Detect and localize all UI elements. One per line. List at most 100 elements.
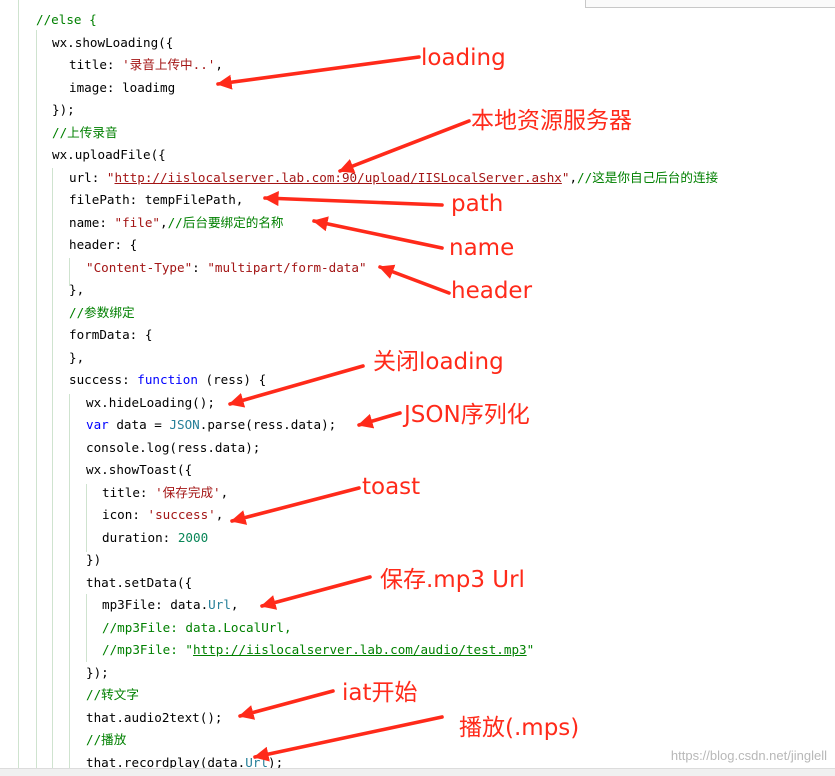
code-token: , <box>215 507 224 522</box>
code-token: " <box>526 642 535 657</box>
code-token: //else { <box>36 12 97 27</box>
code-token: //播放 <box>86 732 127 747</box>
code-line[interactable]: formData: { <box>69 324 152 346</box>
code-token: name: <box>69 214 115 230</box>
indent-guide <box>69 394 70 775</box>
code-token: }); <box>52 102 75 117</box>
annotation-label: header <box>451 278 533 304</box>
indent-guide <box>86 484 87 552</box>
code-line[interactable]: //播放 <box>86 729 126 751</box>
code-line[interactable]: wx.showToast({ <box>86 459 192 481</box>
code-token: //转文字 <box>86 687 139 702</box>
code-line[interactable]: }, <box>69 347 84 369</box>
code-token: url: <box>69 169 107 185</box>
code-token: }) <box>86 552 102 567</box>
indent-guide <box>18 0 19 775</box>
code-line[interactable]: that.setData({ <box>86 572 192 594</box>
code-editor[interactable]: //else { wx.showLoading({ title: '录音上传中..'… <box>0 0 835 776</box>
code-token: wx.showLoading({ <box>52 34 174 50</box>
code-token: }); <box>86 664 109 680</box>
code-line[interactable]: }, <box>69 279 84 301</box>
code-line[interactable]: title: '录音上传中..', <box>69 54 223 76</box>
code-line[interactable]: title: '保存完成', <box>102 482 228 504</box>
code-line[interactable]: filePath: tempFilePath, <box>69 189 243 211</box>
annotation-label: JSON序列化 <box>404 402 530 428</box>
code-token: that.setData({ <box>86 574 193 590</box>
code-line[interactable]: wx.showLoading({ <box>52 32 173 54</box>
code-token: console.log(ress.data); <box>86 439 261 455</box>
code-line[interactable]: "Content-Type": "multipart/form-data" <box>86 257 367 279</box>
annotation-label: 本地资源服务器 <box>471 108 632 134</box>
code-line[interactable]: //转文字 <box>86 684 139 706</box>
code-line[interactable]: icon: 'success', <box>102 504 223 526</box>
code-token: duration: <box>102 529 178 545</box>
code-token: , <box>220 484 229 500</box>
code-line[interactable]: wx.hideLoading(); <box>86 392 215 414</box>
annotation-label: path <box>451 191 504 217</box>
code-token: function <box>137 372 198 387</box>
code-token: filePath: tempFilePath, <box>69 192 244 207</box>
code-token: data = <box>108 417 170 432</box>
code-line[interactable]: image: loadimg <box>69 77 175 99</box>
code-token: , <box>215 57 223 72</box>
code-token: '录音上传中..' <box>122 57 216 72</box>
code-line[interactable]: that.audio2text(); <box>86 707 222 729</box>
code-line[interactable]: var data = JSON.parse(ress.data); <box>86 414 336 436</box>
code-token: wx.uploadFile({ <box>52 147 166 162</box>
code-line[interactable]: wx.uploadFile({ <box>52 144 166 166</box>
code-token: formData: { <box>69 327 153 342</box>
annotation-label: 播放(.mps) <box>459 715 580 741</box>
code-token: wx.hideLoading(); <box>86 394 215 410</box>
code-token: Url <box>208 597 231 612</box>
code-line[interactable]: header: { <box>69 234 137 256</box>
annotation-label: iat开始 <box>342 680 418 706</box>
indent-guide <box>52 168 53 775</box>
code-token: success: <box>69 372 138 387</box>
code-line[interactable]: //参数绑定 <box>69 302 135 324</box>
annotation-label: 保存.mp3 Url <box>380 567 525 593</box>
annotation-label: toast <box>362 474 421 500</box>
code-line[interactable]: //mp3File: "http://iislocalserver.lab.co… <box>102 639 534 661</box>
code-line[interactable]: url: "http://iislocalserver.lab.com:90/u… <box>69 167 718 189</box>
code-token: "file" <box>114 214 161 230</box>
code-token: that.audio2text(); <box>86 709 223 725</box>
code-token: " <box>106 169 115 185</box>
code-token: , <box>230 597 239 612</box>
code-token: title: <box>69 57 123 72</box>
code-line[interactable]: duration: 2000 <box>102 527 208 549</box>
code-token: , <box>569 169 578 185</box>
code-line[interactable]: }); <box>52 99 75 121</box>
indent-guide <box>86 594 87 662</box>
annotation-label: name <box>449 235 515 261</box>
code-token: title: <box>102 484 156 500</box>
code-line[interactable]: }) <box>86 549 101 571</box>
code-token: //参数绑定 <box>69 304 135 320</box>
code-token: JSON <box>169 417 200 432</box>
code-line[interactable]: console.log(ress.data); <box>86 437 260 459</box>
code-token: http://iislocalserver.lab.com/audio/test… <box>193 642 527 657</box>
code-token: header: { <box>69 237 138 252</box>
code-token: //这是你自己后台的连接 <box>577 169 719 185</box>
code-token: }, <box>69 282 85 297</box>
code-token: image: loadimg <box>69 79 176 95</box>
code-token: 2000 <box>177 529 209 545</box>
indent-guide <box>36 30 37 775</box>
overlay-panel-edge <box>585 0 835 8</box>
code-line[interactable]: name: "file",//后台要绑定的名称 <box>69 212 284 234</box>
code-token: : <box>192 259 208 275</box>
code-line[interactable]: //上传录音 <box>52 122 118 144</box>
code-line[interactable]: success: function (ress) { <box>69 369 266 391</box>
code-token: var <box>86 417 109 432</box>
code-line[interactable]: }); <box>86 662 109 684</box>
code-token: .parse(ress.data); <box>199 417 337 432</box>
code-token: '保存完成' <box>155 484 221 500</box>
code-token: mp3File: data. <box>102 597 209 612</box>
code-line[interactable]: mp3File: data.Url, <box>102 594 239 616</box>
code-line[interactable]: //else { <box>36 9 97 31</box>
code-token: icon: <box>102 507 148 522</box>
code-token: //mp3File: " <box>102 642 193 657</box>
code-token: 'success' <box>147 507 216 522</box>
code-line[interactable]: //mp3File: data.LocalUrl, <box>102 617 292 639</box>
code-token: }, <box>69 349 85 365</box>
code-token: //后台要绑定的名称 <box>167 214 284 230</box>
